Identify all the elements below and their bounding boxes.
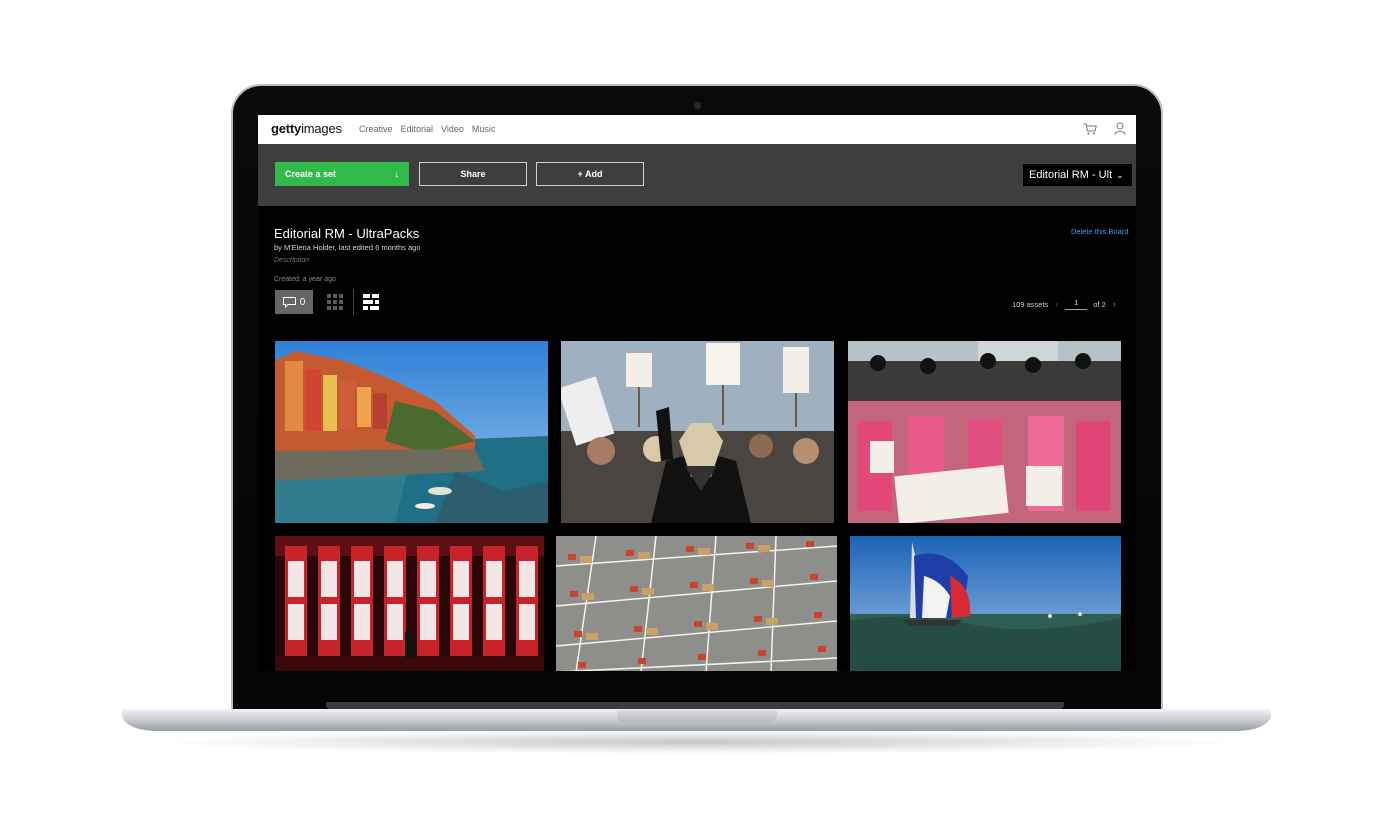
page-total: of 2 <box>1093 299 1106 309</box>
chevron-down-icon: ⌄ <box>1116 169 1124 180</box>
gallery-image-coastal-village[interactable] <box>275 341 548 523</box>
board-title: Editorial RM - UltraPacks <box>274 226 420 241</box>
created-date: Created: a year ago <box>274 276 336 283</box>
gallery-image-pink-protest-police[interactable] <box>848 341 1121 523</box>
gallery-image-sailboat-spinnaker[interactable] <box>850 536 1121 671</box>
comment-count: 0 <box>299 296 306 308</box>
nav-link-creative[interactable]: Creative <box>359 124 393 134</box>
board-select-value: Editorial RM - Ult <box>1029 169 1113 181</box>
arrow-down-icon: ↓ <box>394 169 400 179</box>
board-select[interactable]: Editorial RM - Ult ⌄ <box>1023 164 1132 186</box>
chevron-right-icon[interactable]: › <box>1113 299 1116 309</box>
mosaic-view-icon[interactable] <box>363 294 379 310</box>
delete-board-link[interactable]: Delete this Board <box>1071 227 1129 236</box>
view-divider <box>353 289 354 315</box>
share-label: Share <box>460 169 486 179</box>
board-toolbar: Create a set ↓ Share + Add Editorial RM … <box>258 144 1136 206</box>
share-button[interactable]: Share <box>419 162 527 186</box>
create-set-label: Create a set <box>285 169 337 179</box>
description-field[interactable]: Description <box>274 257 309 264</box>
cart-icon[interactable] <box>1083 123 1097 135</box>
pagination: 109 assets ‹ 1 of 2 › <box>1012 298 1116 310</box>
user-icon[interactable] <box>1114 122 1126 135</box>
chevron-left-icon[interactable]: ‹ <box>1055 299 1058 309</box>
nav-links: Creative Editorial Video Music <box>359 124 495 134</box>
laptop-shadow <box>150 730 1245 754</box>
comments-button[interactable]: 0 <box>275 290 313 314</box>
board-byline: by M'Elena Holder, last edited 6 months … <box>274 243 421 252</box>
comment-icon <box>282 296 296 308</box>
grid-view-icon[interactable] <box>327 294 343 310</box>
gallery-image-truth-justice-building[interactable] <box>275 536 544 671</box>
asset-count: 109 assets <box>1012 299 1049 309</box>
top-nav: gettyimages Creative Editorial Video Mus… <box>258 115 1136 144</box>
gallery-image-exam-desks-aerial[interactable] <box>556 536 837 671</box>
add-button[interactable]: + Add <box>536 162 644 186</box>
nav-link-editorial[interactable]: Editorial <box>401 124 434 134</box>
page-input[interactable]: 1 <box>1065 298 1088 310</box>
create-set-button[interactable]: Create a set ↓ <box>275 162 409 186</box>
add-label: + Add <box>577 169 603 179</box>
nav-link-music[interactable]: Music <box>472 124 496 134</box>
laptop-notch <box>617 710 777 723</box>
nav-link-video[interactable]: Video <box>441 124 464 134</box>
laptop-hinge <box>326 702 1064 709</box>
getty-logo[interactable]: gettyimages <box>271 121 342 136</box>
gallery-image-protest-masks[interactable] <box>561 341 834 523</box>
webcam <box>694 102 701 109</box>
app-screen: gettyimages Creative Editorial Video Mus… <box>258 115 1136 671</box>
